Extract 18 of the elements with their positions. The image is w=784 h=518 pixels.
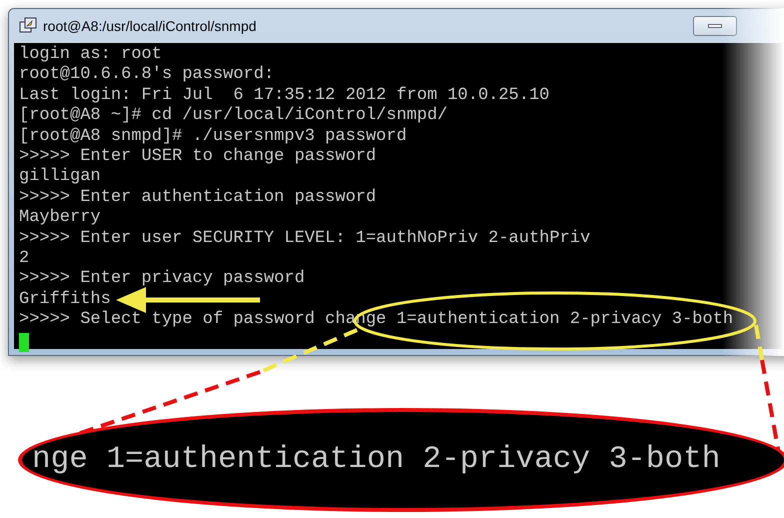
zoomed-terminal-text: nge 1=authentication 2-privacy 3-both (32, 440, 720, 479)
window-title: root@A8:/usr/local/iControl/snmpd (43, 16, 256, 36)
terminal-line: [root@A8 snmpd]# ./usersnmpv3 password (19, 126, 407, 148)
terminal-cursor (19, 332, 29, 352)
terminal-line: [root@A8 ~]# cd /usr/local/iControl/snmpd/ (19, 106, 448, 127)
terminal-line: >>>>> Enter USER to change password (19, 147, 376, 168)
terminal-line: Mayberry (19, 208, 101, 229)
minimize-button[interactable] (693, 16, 737, 36)
terminal-line: >>>>> Enter privacy password (19, 269, 305, 290)
terminal-line: Griffiths (19, 290, 111, 310)
terminal-line: >>>>> Enter authentication password (19, 188, 376, 208)
terminal-line: Last login: Fri Jul 6 17:35:12 2012 from 10.0.25.10 (19, 86, 550, 106)
terminal-line: root@10.6.6.8's password: (19, 65, 274, 86)
terminal-line: gilligan (19, 167, 101, 188)
terminal-line: 2 (19, 249, 30, 270)
terminal-line: login as: root (19, 45, 162, 66)
terminal-app-icon (19, 17, 37, 35)
terminal-line: >>>>> Enter user SECURITY LEVEL: 1=authNoPriv 2-authPriv (19, 228, 590, 250)
